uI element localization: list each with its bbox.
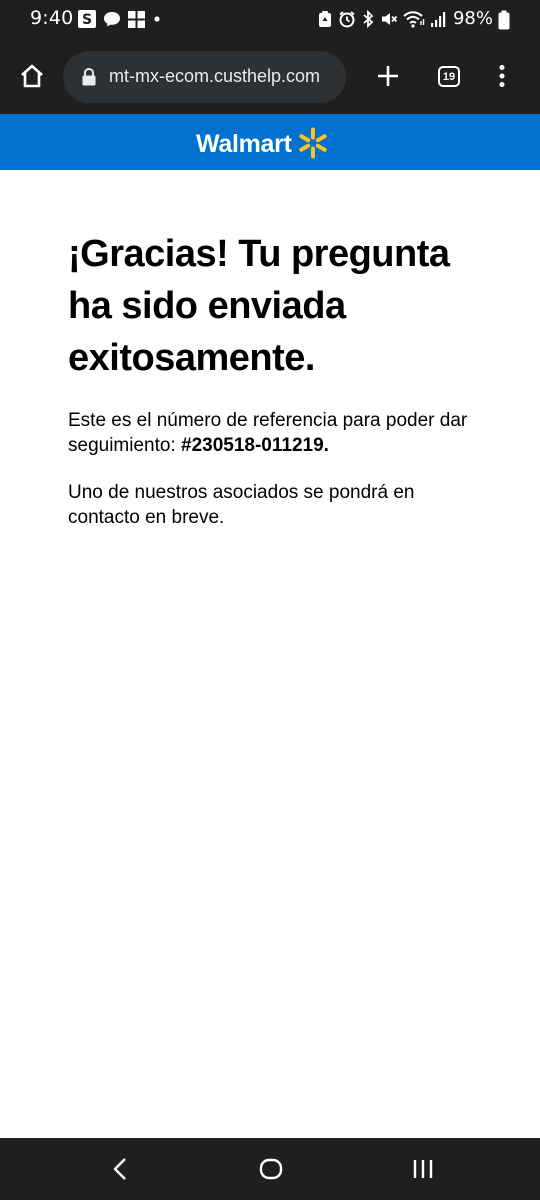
status-bar: 9:40 S 98% <box>0 0 540 38</box>
recycle-icon <box>319 11 331 27</box>
tab-switcher-button[interactable]: 19 <box>438 66 460 87</box>
wifi-icon <box>403 11 425 28</box>
notification-icons: S <box>77 9 162 29</box>
contact-paragraph: Uno de nuestros asociados se pondrá en c… <box>68 482 415 528</box>
back-icon[interactable] <box>110 1157 132 1181</box>
menu-button[interactable] <box>490 58 514 94</box>
more-vert-icon <box>499 65 505 87</box>
site-header: Walmart <box>0 114 540 170</box>
alarm-icon <box>339 11 355 28</box>
home-icon <box>21 64 43 88</box>
s-app-icon: S <box>78 10 96 28</box>
walmart-logo[interactable]: Walmart <box>196 127 330 160</box>
svg-text:S: S <box>82 12 92 28</box>
dot-icon <box>154 16 160 22</box>
browser-toolbar: mt-mx-ecom.custhelp.com 19 <box>0 38 540 114</box>
chat-bubble-icon <box>104 12 120 27</box>
battery-icon <box>498 10 510 30</box>
address-bar[interactable]: mt-mx-ecom.custhelp.com <box>63 51 346 103</box>
plus-icon <box>378 66 398 86</box>
system-icons <box>317 9 448 29</box>
lock-icon <box>82 67 96 86</box>
bluetooth-icon <box>363 10 374 28</box>
signal-icon <box>431 12 446 27</box>
spark-icon <box>298 127 327 159</box>
recents-icon[interactable] <box>411 1158 435 1180</box>
home-button[interactable] <box>14 58 50 94</box>
gallery-icon <box>128 10 145 28</box>
page-title: ¡Gracias! Tu pregunta ha sido enviada ex… <box>68 233 450 379</box>
status-time: 9:40 <box>30 7 74 29</box>
new-tab-button[interactable] <box>370 58 406 94</box>
brand-name: Walmart <box>196 130 292 158</box>
confirmation-content: ¡Gracias! Tu pregunta ha sido enviada ex… <box>68 228 478 530</box>
url-text: mt-mx-ecom.custhelp.com <box>109 66 321 86</box>
battery-percentage: 98% <box>452 8 493 29</box>
reference-paragraph: Este es el número de referencia para pod… <box>68 408 478 458</box>
navigation-bar <box>0 1138 540 1200</box>
home-nav-icon[interactable] <box>259 1158 283 1180</box>
mute-icon <box>382 13 398 25</box>
reference-number: #230518-011219. <box>181 435 329 456</box>
